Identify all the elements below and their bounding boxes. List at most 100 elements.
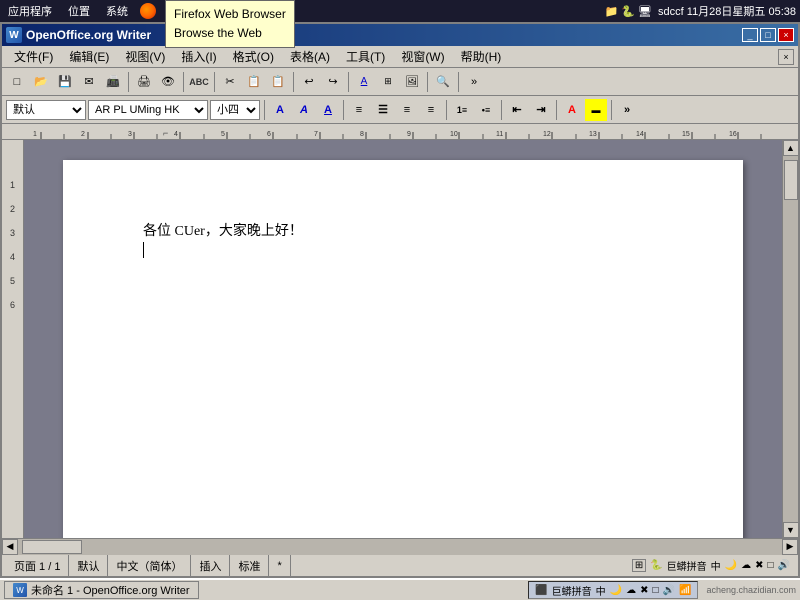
page-area[interactable]: 各位 CUer，大家晚上好！ xyxy=(24,140,782,538)
menu-help[interactable]: 帮助(H) xyxy=(453,46,510,67)
menu-format[interactable]: 格式(O) xyxy=(225,46,282,67)
hscroll-track[interactable] xyxy=(18,539,782,555)
highlight-button[interactable]: ▬ xyxy=(585,99,607,121)
align-left-button[interactable]: ≡ xyxy=(348,99,370,121)
tray-network-icon[interactable]: 📶 xyxy=(679,585,691,596)
openoffice-icon: W xyxy=(6,27,22,43)
hyperlink-button[interactable]: A xyxy=(353,71,375,93)
status-icon-1: 🌙 xyxy=(725,560,737,571)
scroll-down-button[interactable]: ▼ xyxy=(783,522,799,538)
svg-text:8: 8 xyxy=(360,131,364,138)
cut-button[interactable]: ✂ xyxy=(219,71,241,93)
redo-button[interactable]: ↪ xyxy=(322,71,344,93)
tray-moon-icon: 🌙 xyxy=(610,585,622,596)
more-button[interactable]: » xyxy=(463,71,485,93)
italic-button[interactable]: A xyxy=(293,99,315,121)
svg-text:5: 5 xyxy=(221,131,225,138)
find-button[interactable]: 🔍 xyxy=(432,71,454,93)
font-select[interactable]: AR PL UMing HK xyxy=(88,100,208,120)
print-button[interactable]: 🖨 xyxy=(133,71,155,93)
underline-button[interactable]: A xyxy=(317,99,339,121)
scroll-thumb[interactable] xyxy=(784,160,798,200)
scroll-up-button[interactable]: ▲ xyxy=(783,140,799,156)
copy-button[interactable]: 📋 xyxy=(243,71,265,93)
modified-indicator: * xyxy=(269,555,290,576)
tray-lang-zh[interactable]: 中 xyxy=(596,583,606,598)
font-color-button[interactable]: A xyxy=(561,99,583,121)
maximize-button[interactable]: □ xyxy=(760,28,776,42)
ruler-mark-6: 6 xyxy=(10,300,15,310)
tooltip-subtitle: Browse the Web xyxy=(174,24,286,43)
lang-indicator[interactable]: 中 xyxy=(711,558,721,573)
insert-image-button[interactable]: 🖼 xyxy=(401,71,423,93)
style-info: 默认 xyxy=(69,555,108,576)
numbering-button[interactable]: 1≡ xyxy=(451,99,473,121)
svg-text:15: 15 xyxy=(682,131,690,138)
view-normal-icon[interactable]: ⊞ xyxy=(632,559,646,572)
toolbar2-sep-6 xyxy=(611,100,612,120)
title-bar-text: OpenOffice.org Writer xyxy=(26,28,151,42)
new-button[interactable]: □ xyxy=(6,71,28,93)
document-page[interactable]: 各位 CUer，大家晚上好！ xyxy=(63,160,743,538)
app-menu-system[interactable]: 系统 xyxy=(102,1,132,21)
title-bar: W OpenOffice.org Writer _ □ × xyxy=(2,24,798,46)
ruler-mark-2: 2 xyxy=(10,204,15,214)
decrease-indent-button[interactable]: ⇤ xyxy=(506,99,528,121)
insert-mode[interactable]: 插入 xyxy=(191,555,230,576)
size-select[interactable]: 小四 xyxy=(210,100,260,120)
svg-text:14: 14 xyxy=(636,131,644,138)
email-button[interactable]: ✉ xyxy=(78,71,100,93)
undo-button[interactable]: ↩ xyxy=(298,71,320,93)
table-button[interactable]: ⊞ xyxy=(377,71,399,93)
increase-indent-button[interactable]: ⇥ xyxy=(530,99,552,121)
preview-button[interactable]: 👁 xyxy=(157,71,179,93)
hscroll-thumb[interactable] xyxy=(22,540,82,554)
firefox-tooltip: Firefox Web Browser Browse the Web xyxy=(165,0,295,48)
scroll-left-button[interactable]: ◀ xyxy=(2,539,18,555)
justify-button[interactable]: ≡ xyxy=(420,99,442,121)
tray-icons: 📁 🐍 🖥 xyxy=(605,5,652,18)
bullets-button[interactable]: •≡ xyxy=(475,99,497,121)
toolbar2-sep-4 xyxy=(501,100,502,120)
menu-edit[interactable]: 编辑(E) xyxy=(61,46,117,67)
status-icon-2: ☁ xyxy=(741,560,751,571)
volume-icon[interactable]: 🔊 xyxy=(778,560,790,571)
toolbar2-sep-1 xyxy=(264,100,265,120)
vertical-scrollbar[interactable]: ▲ ▼ xyxy=(782,140,798,538)
toolbar-separator-6 xyxy=(427,72,428,92)
toolbar2-more-button[interactable]: » xyxy=(616,99,638,121)
ime-icon[interactable]: 🐍 xyxy=(650,560,662,571)
open-button[interactable]: 📂 xyxy=(30,71,52,93)
fax-button[interactable]: 📠 xyxy=(102,71,124,93)
status-icon-4: □ xyxy=(768,560,774,571)
tray-speaker-icon[interactable]: 🔊 xyxy=(663,585,675,596)
menu-table[interactable]: 表格(A) xyxy=(282,46,338,67)
toolbar-separator-3 xyxy=(214,72,215,92)
app-menu-apps[interactable]: 应用程序 xyxy=(4,1,56,21)
scroll-right-button[interactable]: ▶ xyxy=(782,539,798,555)
ruler-mark-5: 5 xyxy=(10,276,15,286)
align-right-button[interactable]: ≡ xyxy=(396,99,418,121)
spellcheck-button[interactable]: ABC xyxy=(188,71,210,93)
svg-text:13: 13 xyxy=(589,131,597,138)
minimize-button[interactable]: _ xyxy=(742,28,758,42)
menu-close-icon[interactable]: × xyxy=(778,49,794,65)
writer-taskbar-button[interactable]: W 未命名 1 - OpenOffice.org Writer xyxy=(4,581,199,599)
align-center-button[interactable]: ☰ xyxy=(372,99,394,121)
svg-text:10: 10 xyxy=(450,131,458,138)
save-button[interactable]: 💾 xyxy=(54,71,76,93)
scroll-track[interactable] xyxy=(783,156,798,522)
firefox-icon[interactable] xyxy=(140,3,156,19)
menu-insert[interactable]: 插入(I) xyxy=(173,46,224,67)
menu-file[interactable]: 文件(F) xyxy=(6,46,61,67)
menu-tools[interactable]: 工具(T) xyxy=(338,46,393,67)
tray-pinyin-label[interactable]: 巨蟒拼音 xyxy=(552,583,592,598)
menu-window[interactable]: 视窗(W) xyxy=(393,46,452,67)
style-select[interactable]: 默认 xyxy=(6,100,86,120)
close-button[interactable]: × xyxy=(778,28,794,42)
standard-mode[interactable]: 标准 xyxy=(230,555,269,576)
paste-button[interactable]: 📋 xyxy=(267,71,289,93)
menu-view[interactable]: 视图(V) xyxy=(117,46,173,67)
app-menu-places[interactable]: 位置 xyxy=(64,1,94,21)
bold-button[interactable]: A xyxy=(269,99,291,121)
